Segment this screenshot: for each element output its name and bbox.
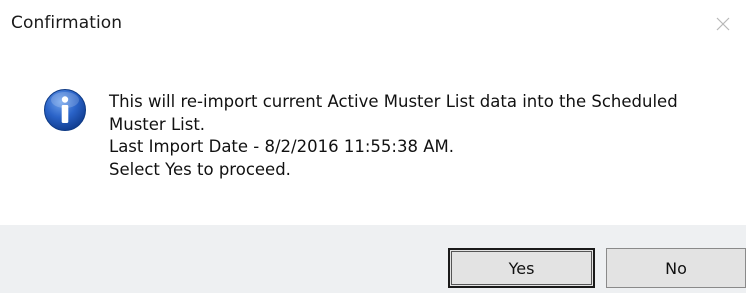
message-line: Select Yes to proceed. <box>109 159 291 179</box>
dialog-content: This will re-import current Active Muste… <box>0 48 746 225</box>
information-icon <box>44 89 86 131</box>
confirmation-dialog: Confirmation This will re-import current… <box>0 0 746 293</box>
title-bar: Confirmation <box>0 0 746 48</box>
close-icon <box>716 17 730 31</box>
button-bar: Yes No <box>0 225 746 293</box>
close-button[interactable] <box>700 0 746 48</box>
no-button[interactable]: No <box>606 248 746 288</box>
message-line: Muster List. <box>109 114 206 134</box>
message-line: Last Import Date - 8/2/2016 11:55:38 AM. <box>109 137 454 156</box>
message-line: This will re-import current Active Muste… <box>109 92 678 111</box>
yes-button[interactable]: Yes <box>448 248 595 288</box>
dialog-title: Confirmation <box>11 13 123 33</box>
message-text: This will re-import current Active Muste… <box>109 91 729 181</box>
